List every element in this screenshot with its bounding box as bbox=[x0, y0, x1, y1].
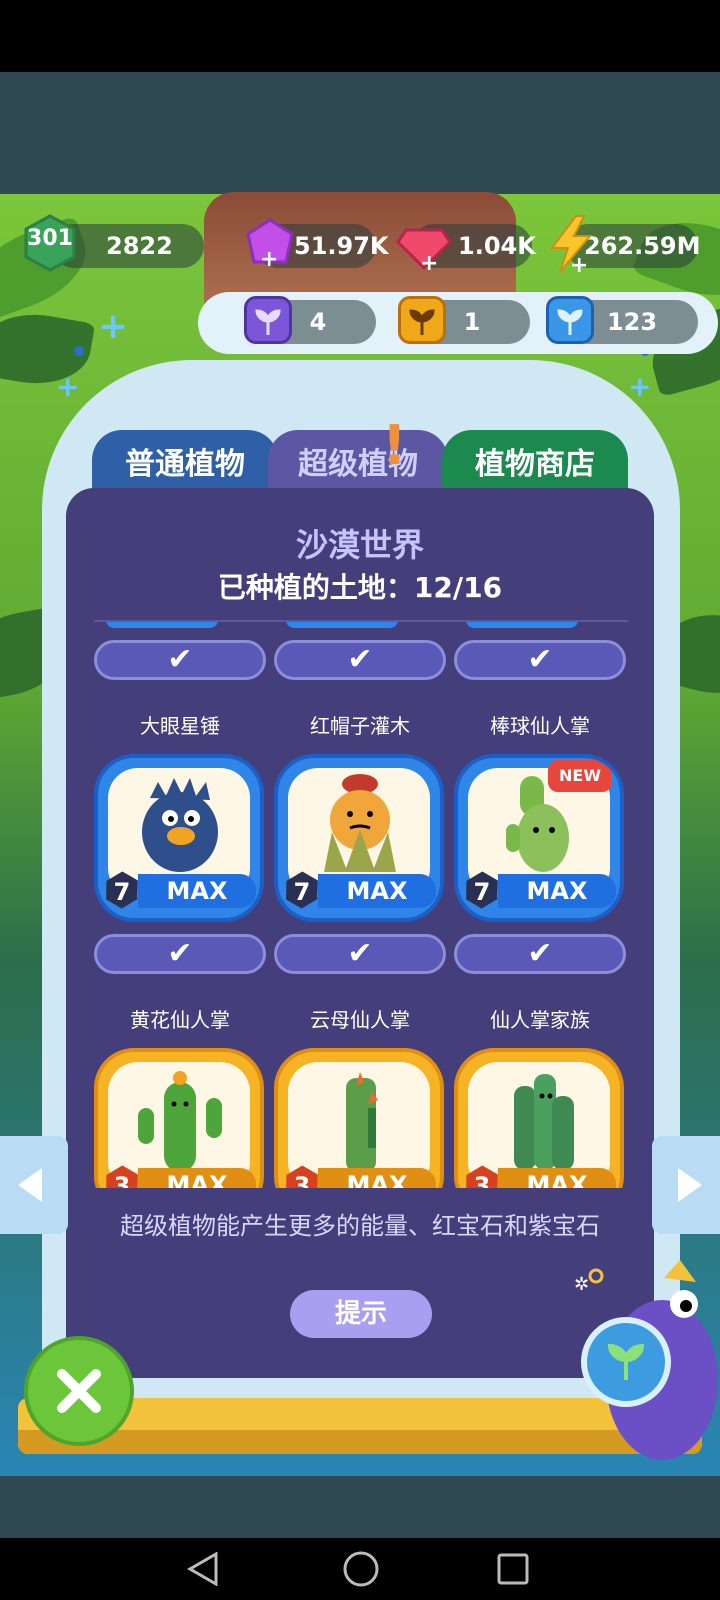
purple-seed-icon bbox=[244, 296, 292, 344]
plant-card[interactable]: 3 MAX bbox=[94, 1048, 264, 1188]
check-button[interactable]: ✔ bbox=[454, 934, 626, 974]
plant-name: 云母仙人掌 bbox=[310, 1008, 410, 1032]
nav-back-icon[interactable] bbox=[186, 1552, 220, 1586]
plant-name: 黄花仙人掌 bbox=[130, 1008, 230, 1032]
plant-name: 棒球仙人掌 bbox=[490, 714, 590, 738]
max-label: MAX bbox=[498, 1168, 616, 1188]
level-value: 3 bbox=[293, 1172, 311, 1188]
sparkle-dot bbox=[74, 346, 84, 356]
plant-card[interactable]: 3 MAX bbox=[274, 1048, 444, 1188]
plant-list[interactable]: ✔ ✔ ✔ 大眼星锤 红帽子灌木 棒球仙人掌 7 MAX 7 MAX NEW 7… bbox=[66, 622, 654, 1188]
level-badge: 301 bbox=[24, 214, 76, 272]
plant-card[interactable]: 7 MAX bbox=[274, 754, 444, 922]
max-label: MAX bbox=[318, 874, 436, 908]
gold-seed-value: 1 bbox=[463, 308, 481, 336]
red-hat-shrub-icon bbox=[324, 774, 396, 872]
level-value: 7 bbox=[473, 878, 491, 906]
plant-name: 大眼星锤 bbox=[140, 714, 220, 738]
max-label: MAX bbox=[138, 1168, 256, 1188]
arrow-right-icon bbox=[678, 1168, 702, 1202]
card-edge bbox=[106, 622, 218, 628]
sparkle-plus-icon: + bbox=[98, 306, 129, 347]
check-button[interactable]: ✔ bbox=[274, 640, 446, 680]
super-plant-description: 超级植物能产生更多的能量、红宝石和紫宝石 bbox=[120, 1212, 600, 1240]
plant-name: 红帽子灌木 bbox=[310, 714, 410, 738]
cactus-family-icon bbox=[514, 1074, 574, 1170]
dim-overlay-bottom bbox=[0, 1476, 720, 1538]
mascot-character: ✲ bbox=[572, 1260, 720, 1472]
max-label: MAX bbox=[498, 874, 616, 908]
plant-card[interactable]: NEW 7 MAX bbox=[454, 754, 624, 922]
sparkle-plus-icon: + bbox=[628, 370, 652, 403]
world-title: 沙漠世界 bbox=[295, 526, 424, 564]
nav-recent-icon[interactable] bbox=[496, 1552, 530, 1586]
check-button[interactable]: ✔ bbox=[274, 934, 446, 974]
max-label: MAX bbox=[318, 1168, 436, 1188]
purple-seed-value: 4 bbox=[309, 308, 327, 336]
prev-page-button[interactable] bbox=[0, 1136, 68, 1234]
mica-cactus-icon bbox=[346, 1072, 378, 1172]
max-label: MAX bbox=[138, 874, 256, 908]
purple-gem-icon: + bbox=[242, 216, 298, 276]
status-bar bbox=[0, 0, 720, 72]
sparkle-plus-icon: + bbox=[56, 370, 80, 403]
svg-text:✲: ✲ bbox=[574, 1274, 589, 1295]
check-button[interactable]: ✔ bbox=[94, 934, 266, 974]
planted-count: 已种植的土地：12/16 bbox=[217, 571, 503, 604]
svg-text:+: + bbox=[260, 247, 278, 272]
hint-button[interactable]: 提示 bbox=[290, 1290, 432, 1338]
plant-card[interactable]: 3 MAX bbox=[454, 1048, 624, 1188]
card-edge bbox=[466, 622, 578, 628]
lightning-icon: + bbox=[546, 214, 596, 278]
red-gem-icon: + bbox=[396, 216, 452, 276]
close-icon bbox=[57, 1369, 101, 1413]
level-value: 7 bbox=[113, 878, 131, 906]
svg-text:+: + bbox=[420, 251, 438, 272]
arrow-left-icon bbox=[18, 1168, 42, 1202]
gold-seed-icon bbox=[398, 296, 446, 344]
check-button[interactable]: ✔ bbox=[94, 640, 266, 680]
purple-gem-value: 51.97K bbox=[294, 232, 389, 260]
dim-overlay-top bbox=[0, 72, 720, 194]
big-eye-monster-icon bbox=[142, 778, 218, 872]
next-page-button[interactable] bbox=[652, 1136, 720, 1234]
level-value: 3 bbox=[113, 1172, 131, 1188]
level-value: 301 bbox=[27, 226, 73, 251]
yellow-flower-cactus-icon bbox=[138, 1071, 222, 1172]
blue-seed-icon bbox=[546, 296, 594, 344]
alert-icon: ! bbox=[382, 414, 407, 477]
energy-value: 262.59M bbox=[584, 232, 701, 260]
card-edge bbox=[286, 622, 398, 628]
level-value: 7 bbox=[293, 878, 311, 906]
exp-value: 2822 bbox=[106, 232, 173, 260]
level-value: 3 bbox=[473, 1172, 491, 1188]
nav-home-icon[interactable] bbox=[342, 1550, 380, 1588]
close-button[interactable] bbox=[24, 1336, 134, 1446]
plant-card[interactable]: 7 MAX bbox=[94, 754, 264, 922]
check-button[interactable]: ✔ bbox=[454, 640, 626, 680]
plant-name: 仙人掌家族 bbox=[490, 1008, 590, 1032]
red-gem-value: 1.04K bbox=[458, 232, 536, 260]
blue-seed-value: 123 bbox=[606, 308, 658, 336]
android-nav-bar bbox=[0, 1538, 720, 1600]
svg-text:+: + bbox=[570, 253, 588, 274]
new-tag: NEW bbox=[548, 760, 612, 792]
